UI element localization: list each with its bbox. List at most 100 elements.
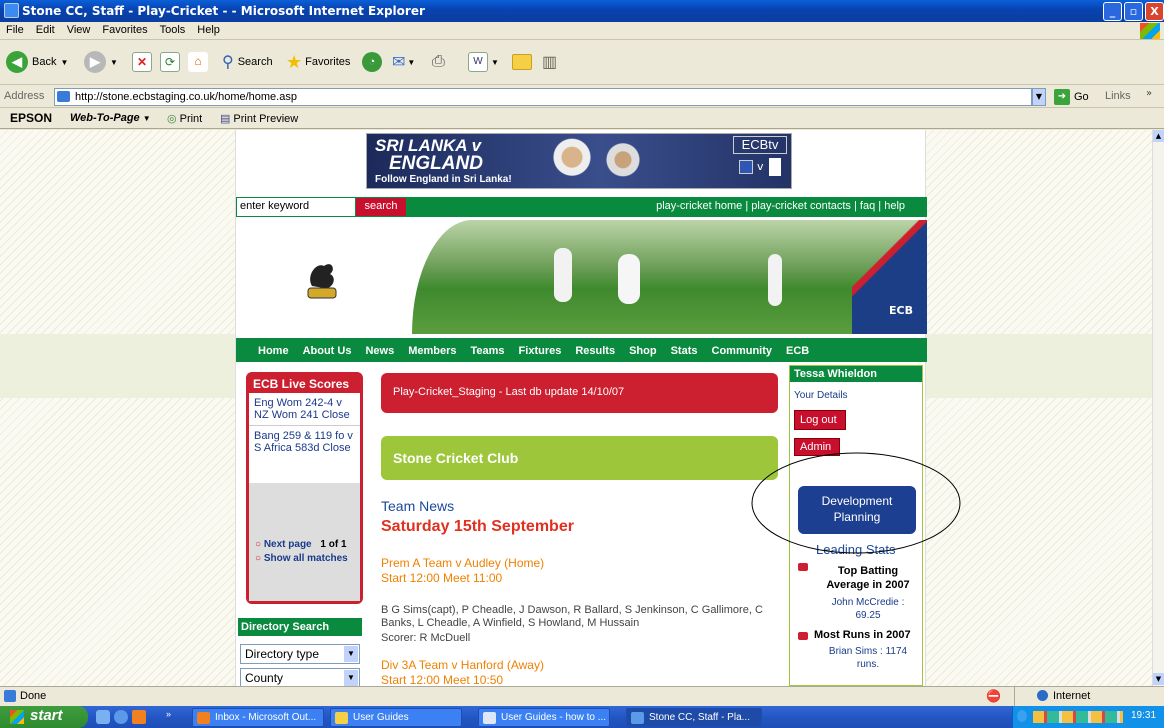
show-all-matches-link[interactable]: ○ Show all matches: [255, 553, 348, 564]
epson-brand: EPSON: [10, 111, 53, 125]
go-button[interactable]: ➜ Go: [1054, 89, 1089, 105]
your-details-link[interactable]: Your Details: [790, 382, 922, 401]
print-button[interactable]: ⎙: [432, 49, 445, 75]
close-button[interactable]: X: [1145, 2, 1164, 21]
stop-button[interactable]: ✕: [132, 49, 152, 75]
cricket-field-photo: ECB: [412, 220, 927, 334]
sri-lanka-flag-icon: [739, 160, 753, 174]
favorites-button[interactable]: ★ Favorites: [286, 49, 350, 75]
search-button[interactable]: ⚲ Search: [222, 49, 273, 75]
window-titlebar[interactable]: Stone CC, Staff - Play-Cricket - - Micro…: [0, 0, 1164, 22]
quicklaunch-ie-icon[interactable]: [114, 710, 128, 724]
chevron-right-icon[interactable]: »: [166, 709, 171, 719]
link-play-cricket-home[interactable]: play-cricket home: [656, 200, 742, 212]
directory-search-panel: Directory Search Directory type ▼ County…: [238, 618, 362, 686]
refresh-button[interactable]: ⟳: [160, 49, 180, 75]
menu-file[interactable]: File: [0, 22, 30, 36]
status-text: Done: [20, 690, 47, 702]
dropdown-arrow-icon: ▼: [60, 57, 69, 67]
ecb-banner-ad[interactable]: SRI LANKA v ENGLAND Follow England in Sr…: [366, 133, 792, 189]
nav-home[interactable]: Home: [258, 345, 289, 357]
match2-time: Start 12:00 Meet 10:50: [381, 673, 504, 686]
admin-button[interactable]: Admin: [794, 438, 840, 456]
edit-button[interactable]: W ▼: [468, 49, 499, 75]
forward-button[interactable]: ▶ ▼: [84, 49, 118, 75]
menu-help[interactable]: Help: [191, 22, 226, 36]
task-stone-cc[interactable]: Stone CC, Staff - Pla...: [626, 708, 762, 727]
nav-news[interactable]: News: [365, 345, 394, 357]
scroll-down-arrow[interactable]: ▼: [1153, 673, 1164, 685]
nav-ecb[interactable]: ECB: [786, 345, 809, 357]
live-score-item[interactable]: Eng Wom 242-4 v NZ Wom 241 Close: [249, 393, 360, 426]
folder-button[interactable]: [512, 49, 532, 75]
scroll-up-arrow[interactable]: ▲: [1153, 130, 1164, 142]
top-links: play-cricket home | play-cricket contact…: [656, 200, 905, 212]
status-bar: Done ⛔ Internet: [0, 686, 1164, 707]
vertical-scrollbar[interactable]: ▲ ▼: [1152, 130, 1164, 686]
task-user-guides-doc[interactable]: User Guides - how to ...: [478, 708, 610, 727]
live-score-item[interactable]: Bang 259 & 119 fo v S Africa 583d Close: [249, 426, 360, 458]
link-play-cricket-contacts[interactable]: play-cricket contacts: [751, 200, 851, 212]
folder-icon: [335, 712, 348, 724]
link-faq[interactable]: faq: [860, 200, 875, 212]
keyword-input[interactable]: enter keyword: [237, 198, 355, 216]
page-done-icon: [4, 690, 16, 702]
address-input[interactable]: http://stone.ecbstaging.co.uk/home/home.…: [54, 88, 1032, 106]
browser-viewport: SRI LANKA v ENGLAND Follow England in Sr…: [0, 130, 1152, 686]
minimize-button[interactable]: _: [1103, 2, 1122, 21]
nav-stats[interactable]: Stats: [671, 345, 698, 357]
links-label[interactable]: Links: [1105, 90, 1131, 102]
menu-edit[interactable]: Edit: [30, 22, 61, 36]
menu-favorites[interactable]: Favorites: [96, 22, 153, 36]
nav-shop[interactable]: Shop: [629, 345, 657, 357]
nav-results[interactable]: Results: [575, 345, 615, 357]
match1-players: B G Sims(capt), P Cheadle, J Dawson, R B…: [381, 604, 763, 629]
chevron-down-icon: ▼: [344, 646, 358, 662]
web-to-page-button[interactable]: Web-To-Page ▼: [70, 112, 151, 124]
match2-title: Div 3A Team v Hanford (Away): [381, 658, 544, 672]
start-button[interactable]: start: [0, 706, 88, 728]
menu-tools[interactable]: Tools: [154, 22, 192, 36]
nav-members[interactable]: Members: [408, 345, 456, 357]
ie-icon: [631, 712, 644, 724]
folder-icon: [512, 54, 532, 70]
mail-button[interactable]: ✉ ▼: [392, 49, 415, 75]
tray-chevron-icon[interactable]: [1017, 710, 1027, 722]
tray-icons[interactable]: [1033, 711, 1123, 723]
search-submit-button[interactable]: search: [356, 198, 406, 216]
nav-fixtures[interactable]: Fixtures: [519, 345, 562, 357]
nav-community[interactable]: Community: [712, 345, 773, 357]
menu-view[interactable]: View: [61, 22, 97, 36]
back-button[interactable]: ◀ Back ▼: [6, 49, 68, 75]
magnifier-icon: ⚲: [222, 54, 234, 71]
clock: 19:31: [1131, 710, 1157, 721]
cricketer-image: [547, 138, 597, 186]
address-dropdown[interactable]: ▼: [1032, 88, 1046, 106]
home-button[interactable]: ⌂: [188, 49, 208, 75]
quicklaunch-icon[interactable]: [96, 710, 110, 724]
directory-type-select[interactable]: Directory type ▼: [240, 644, 360, 664]
refresh-icon: ⟳: [160, 52, 180, 72]
popup-blocker-icon[interactable]: ⛔: [986, 689, 1001, 703]
nav-teams[interactable]: Teams: [471, 345, 505, 357]
next-page-link[interactable]: ○ Next page 1 of 1: [255, 539, 347, 550]
nav-about-us[interactable]: About Us: [303, 345, 352, 357]
task-user-guides[interactable]: User Guides: [330, 708, 462, 727]
ecbtv-label: ECBtv: [733, 136, 787, 154]
stat2-value[interactable]: Brian Sims : 1174 runs.: [818, 645, 918, 671]
directory-search-title: Directory Search: [238, 618, 362, 636]
research-button[interactable]: ▥: [542, 49, 557, 75]
restore-button[interactable]: ▫: [1124, 2, 1143, 21]
logout-button[interactable]: Log out: [794, 410, 846, 430]
quicklaunch-outlook-icon[interactable]: [132, 710, 146, 724]
link-help[interactable]: help: [884, 200, 905, 212]
task-inbox[interactable]: Inbox - Microsoft Out...: [192, 708, 324, 727]
print-preview-button[interactable]: ▤ Print Preview: [220, 112, 298, 126]
chevron-right-icon[interactable]: »: [1146, 88, 1152, 99]
county-select[interactable]: County ▼: [240, 668, 360, 686]
print-link-button[interactable]: ◎ Print: [167, 112, 202, 126]
address-label: Address: [4, 90, 45, 102]
development-planning-button[interactable]: Development Planning: [798, 486, 916, 534]
history-button[interactable]: ◔: [362, 49, 382, 75]
stat1-value[interactable]: John McCredie : 69.25: [818, 596, 918, 622]
